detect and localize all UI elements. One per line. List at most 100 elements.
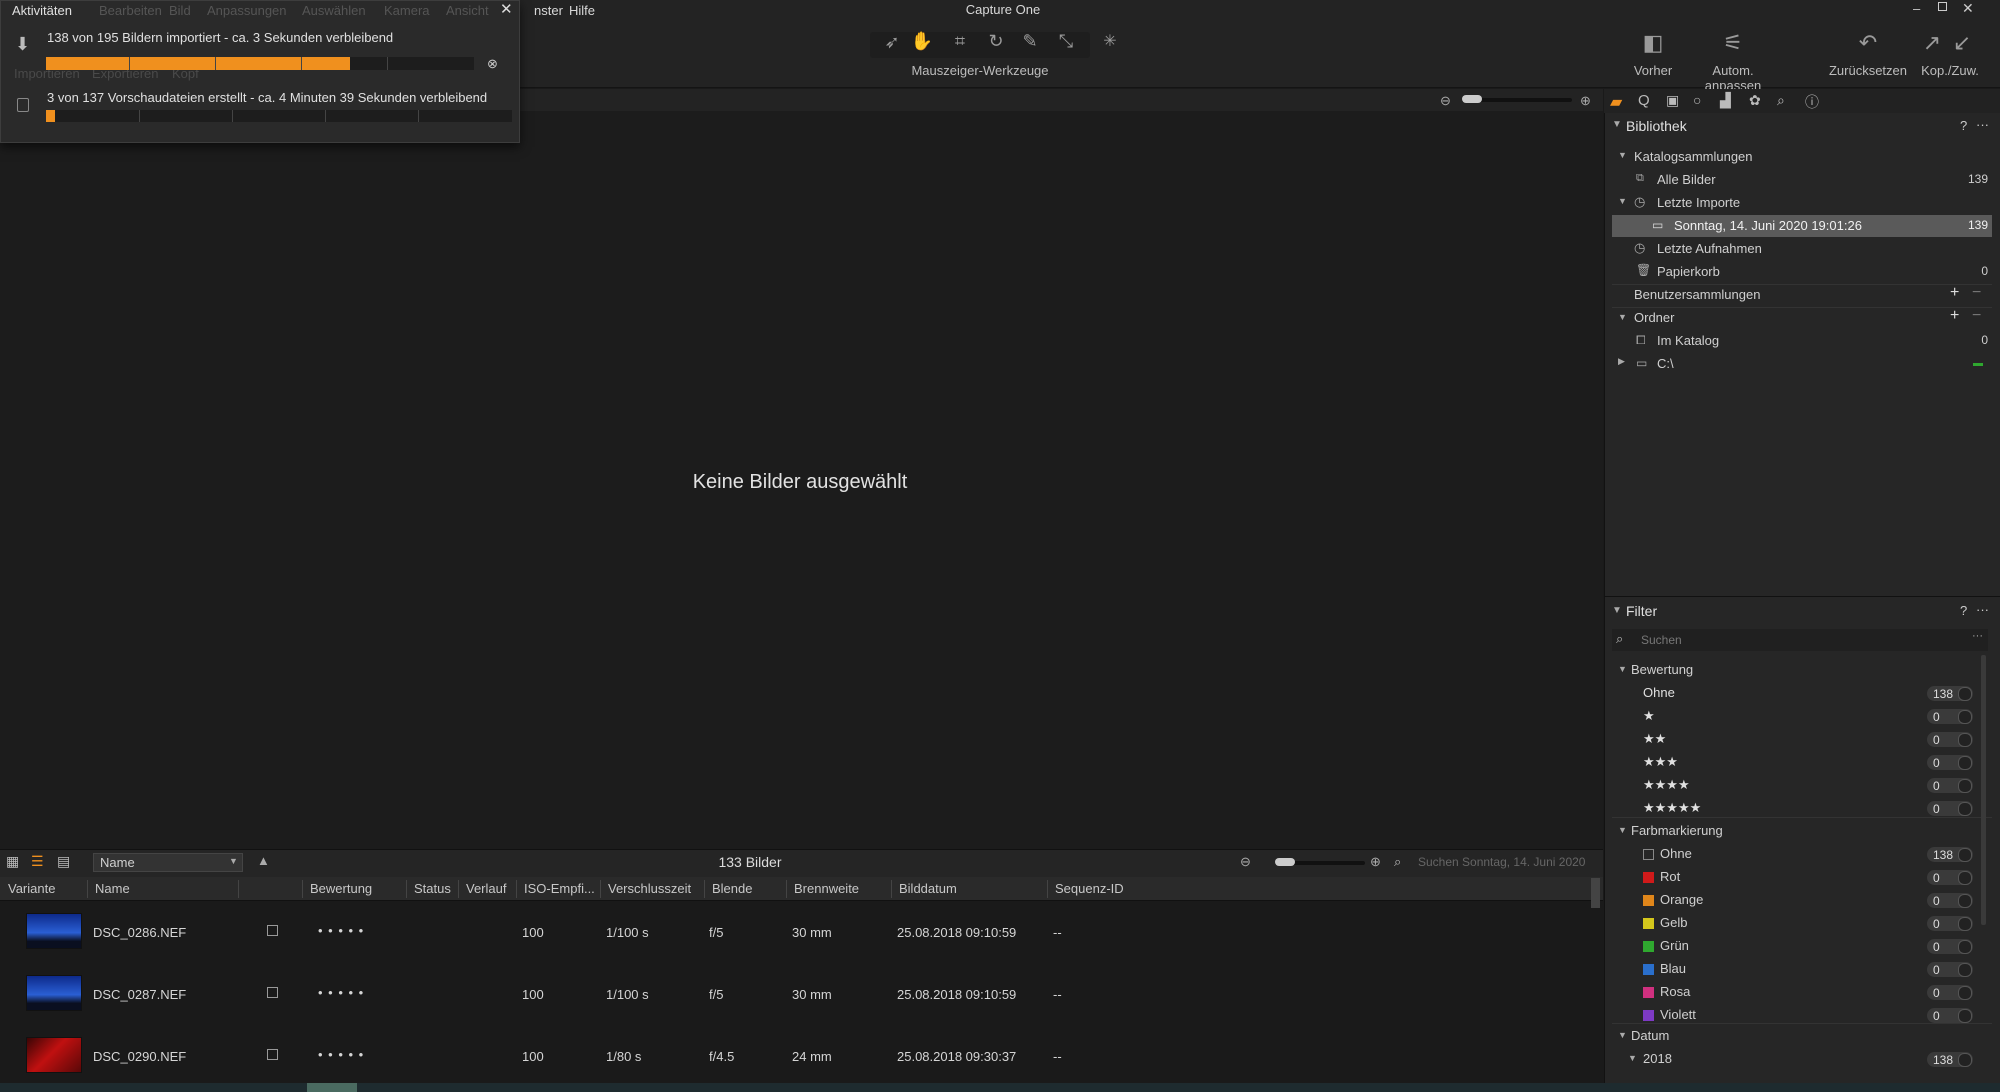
col-aperture[interactable]: Blende [712,881,752,896]
more-icon[interactable]: ··· [1976,602,1989,617]
crop-icon[interactable]: ⌗ [948,31,972,52]
color-filter-count[interactable]: 0 [1927,962,1973,977]
rating-filter-label[interactable]: ★★★ [1643,754,1678,770]
browser-search-input[interactable]: Suchen Sonntag, 14. Juni 2020 [1418,855,1585,869]
grid-view-icon[interactable]: ▦ [6,853,19,870]
rating-filter-count[interactable]: 0 [1927,732,1973,747]
before-button[interactable]: Vorher [1628,63,1678,78]
chevron-down-icon[interactable]: ▼ [1618,825,1627,835]
rating-dots[interactable]: • • • • • [318,923,364,938]
trash-label[interactable]: Papierkorb [1657,264,1720,279]
library-tab-icon[interactable]: ▰ [1610,92,1622,112]
zoom-in-icon[interactable]: ⊕ [1370,854,1381,870]
image-thumbnail[interactable] [26,913,82,949]
brush-icon[interactable]: ✎ [1018,31,1042,52]
chevron-down-icon[interactable]: ▼ [1612,605,1622,616]
all-images-label[interactable]: Alle Bilder [1657,172,1716,187]
rating-dots[interactable]: • • • • • [318,1047,364,1062]
color-filter-label[interactable]: Rosa [1660,984,1690,999]
before-icon[interactable]: ◧ [1638,30,1668,56]
help-icon[interactable]: ? [1960,603,1967,618]
user-collections-label[interactable]: Benutzersammlungen [1634,287,1760,302]
zoom-out-icon[interactable]: ⊖ [1440,93,1451,109]
rating-dots[interactable]: • • • • • [318,985,364,1000]
help-icon[interactable]: ? [1960,118,1967,133]
in-catalog-label[interactable]: Im Katalog [1657,333,1719,348]
col-iso[interactable]: ISO-Empfi... [524,881,595,896]
color-filter-count[interactable]: 0 [1927,893,1973,908]
add-icon[interactable]: + [1950,284,1959,302]
remove-icon[interactable]: − [1972,307,1981,325]
copy-apply-button[interactable]: Kop./Zuw. [1914,63,1986,78]
rating-filter-label[interactable]: Ohne [1643,685,1675,700]
zoom-out-icon[interactable]: ⊖ [1240,854,1251,870]
menu-bearbeiten[interactable]: Bearbeiten [99,3,162,18]
color-filter-count[interactable]: 0 [1927,916,1973,931]
select-checkbox[interactable] [267,987,278,998]
details-tab-icon[interactable]: ⌕ [1777,92,1785,109]
chevron-down-icon[interactable]: ▼ [1618,150,1627,160]
chevron-down-icon[interactable]: ▼ [1618,312,1627,322]
select-cursor-icon[interactable]: ➶ [880,32,904,53]
reset-button[interactable]: Zurücksetzen [1826,63,1910,78]
remove-icon[interactable]: − [1972,284,1981,302]
rotate-icon[interactable]: ↻ [984,31,1008,52]
styles-tab-icon[interactable]: ✿ [1749,92,1761,109]
color-filter-label[interactable]: Violett [1660,1007,1696,1022]
chevron-down-icon[interactable]: ▼ [1618,196,1627,206]
color-filter-label[interactable]: Grün [1660,938,1689,953]
chevron-down-icon[interactable]: ▼ [1628,1053,1637,1063]
rating-filter-count[interactable]: 0 [1927,778,1973,793]
apply-icon[interactable]: ↙ [1947,30,1977,56]
color-filter-label[interactable]: Rot [1660,869,1680,884]
menu-kamera[interactable]: Kamera [384,3,430,18]
filmstrip-view-icon[interactable]: ▤ [57,853,70,870]
menu-fenster[interactable]: nster [534,3,563,18]
recent-captures-label[interactable]: Letzte Aufnahmen [1657,241,1762,256]
select-checkbox[interactable] [267,925,278,936]
col-history[interactable]: Verlauf [466,881,506,896]
activity-close-button[interactable]: ✕ [500,0,513,18]
col-variante[interactable]: Variante [8,881,55,896]
rating-filter-label[interactable]: ★★★★ [1643,777,1690,793]
color-tab-icon[interactable]: ○ [1693,92,1701,108]
pan-hand-icon[interactable]: ✋ [910,31,934,52]
image-thumbnail[interactable] [26,1037,82,1073]
color-filter-count[interactable]: 138 [1927,847,1973,862]
col-name[interactable]: Name [95,881,130,896]
copy-icon[interactable]: ↗ [1917,30,1947,56]
maximize-button[interactable] [1938,2,1947,11]
rating-filter-label[interactable]: ★★★★★ [1643,800,1701,816]
rating-filter-count[interactable]: 0 [1927,709,1973,724]
rating-filter-count[interactable]: 0 [1927,755,1973,770]
col-date[interactable]: Bilddatum [899,881,957,896]
col-focal[interactable]: Brennweite [794,881,859,896]
zoom-in-icon[interactable]: ⊕ [1580,93,1591,109]
color-filter-label[interactable]: Blau [1660,961,1686,976]
col-sequence[interactable]: Sequenz-ID [1055,881,1124,896]
image-thumbnail[interactable] [26,975,82,1011]
more-icon[interactable]: ··· [1976,117,1989,132]
exposure-tab-icon[interactable]: ▟ [1720,92,1731,109]
search-options-icon[interactable]: ··· [1972,630,1983,642]
catalog-collections-label[interactable]: Katalogsammlungen [1634,149,1753,164]
drive-c-label[interactable]: C:\ [1657,356,1674,371]
color-filter-count[interactable]: 0 [1927,939,1973,954]
chevron-down-icon[interactable]: ▼ [1618,1030,1627,1040]
color-filter-label[interactable]: Gelb [1660,915,1687,930]
rating-filter-label[interactable]: ★ [1643,708,1655,724]
thumb-size-handle[interactable] [1275,858,1295,866]
menu-auswaehlen[interactable]: Auswählen [302,3,366,18]
filter-scrollbar[interactable] [1981,655,1986,925]
color-filter-count[interactable]: 0 [1927,870,1973,885]
window-close-button[interactable]: ✕ [1962,0,1974,17]
lens-tab-icon[interactable]: ▣ [1666,92,1679,109]
list-view-icon[interactable]: ☰ [31,853,44,870]
menu-hilfe[interactable]: Hilfe [569,3,595,18]
chevron-right-icon[interactable]: ▶ [1618,356,1625,367]
table-scrollbar[interactable] [1591,878,1600,908]
reset-icon[interactable]: ↶ [1853,30,1883,56]
sort-direction-icon[interactable]: ▲ [257,853,270,868]
rating-filter-count[interactable]: 0 [1927,801,1973,816]
capture-tab-icon[interactable]: Q [1638,92,1650,109]
